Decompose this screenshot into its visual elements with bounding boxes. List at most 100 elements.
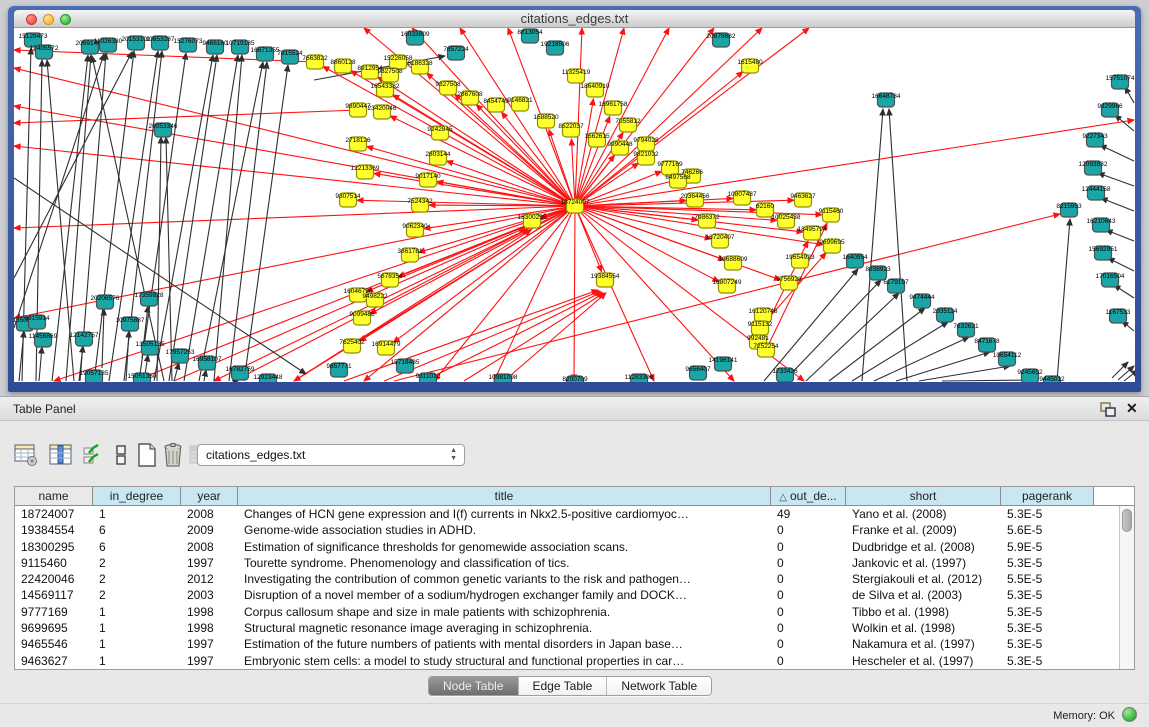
table-selector-dropdown[interactable]: citations_edges.txt ▲▼: [197, 444, 465, 466]
network-edge[interactable]: [464, 293, 604, 381]
scrollbar-thumb[interactable]: [1122, 509, 1132, 532]
table-cell[interactable]: 0: [771, 636, 846, 652]
network-edge[interactable]: [574, 206, 575, 381]
table-cell[interactable]: 1997: [181, 555, 238, 571]
network-edge[interactable]: [504, 293, 606, 381]
table-cell[interactable]: 0: [771, 653, 846, 669]
table-cell[interactable]: 19384554: [15, 522, 93, 538]
table-cell[interactable]: 6: [93, 539, 181, 555]
network-edge[interactable]: [434, 206, 575, 381]
table-cell[interactable]: 1998: [181, 604, 238, 620]
table-cell[interactable]: 1: [93, 653, 181, 669]
table-cell[interactable]: 18300295: [15, 539, 93, 555]
network-edge[interactable]: [806, 293, 899, 381]
network-edge[interactable]: [184, 55, 238, 381]
network-edge[interactable]: [575, 28, 582, 206]
table-cell[interactable]: 2012: [181, 571, 238, 587]
network-edge[interactable]: [14, 52, 132, 278]
table-cell[interactable]: Disruption of a novel member of a sodium…: [238, 587, 771, 603]
table-cell[interactable]: 1997: [181, 653, 238, 669]
table-cell[interactable]: 1: [93, 620, 181, 636]
table-cell[interactable]: Dudbridge et al. (2008): [846, 539, 1001, 555]
network-edge[interactable]: [229, 62, 267, 381]
table-cell[interactable]: 1: [93, 636, 181, 652]
table-cell[interactable]: 1: [93, 604, 181, 620]
table-cell[interactable]: 5.3E-5: [1001, 636, 1094, 652]
table-cell[interactable]: 5.5E-5: [1001, 571, 1094, 587]
tab-node-table[interactable]: Node Table: [429, 677, 518, 695]
table-cell[interactable]: Wolkin et al. (1998): [846, 620, 1001, 636]
network-edge[interactable]: [942, 380, 1032, 381]
table-row[interactable]: 1938455462009Genome-wide association stu…: [15, 522, 1134, 538]
close-icon[interactable]: ✕: [1126, 400, 1138, 417]
table-cell[interactable]: 1998: [181, 620, 238, 636]
network-edge[interactable]: [14, 206, 575, 228]
table-cell[interactable]: Franke et al. (2009): [846, 522, 1001, 538]
network-edge[interactable]: [214, 55, 242, 381]
table-cell[interactable]: Structural magnetic resonance image aver…: [238, 620, 771, 636]
table-cell[interactable]: 0: [771, 522, 846, 538]
memory-status-icon[interactable]: [1122, 707, 1137, 722]
table-cell[interactable]: Yano et al. (2008): [846, 506, 1001, 522]
table-row[interactable]: 1872400712008Changes of HCN gene express…: [15, 506, 1134, 522]
table-row[interactable]: 946362711997Embryonic stem cells: a mode…: [15, 653, 1134, 669]
table-cell[interactable]: Tibbo et al. (1998): [846, 604, 1001, 620]
table-cell[interactable]: 22420046: [15, 571, 93, 587]
network-edge[interactable]: [1118, 366, 1134, 380]
table-cell[interactable]: Embryonic stem cells: a model to study s…: [238, 653, 771, 669]
table-cell[interactable]: de Silva et al. (2003): [846, 587, 1001, 603]
table-cell[interactable]: 1997: [181, 636, 238, 652]
table-cell[interactable]: 18724007: [15, 506, 93, 522]
table-cell[interactable]: 5.3E-5: [1001, 653, 1094, 669]
network-edge[interactable]: [575, 28, 624, 206]
network-canvas[interactable]: 1872400718300295193845541512847312405572…: [14, 28, 1135, 382]
network-edge[interactable]: [169, 55, 217, 381]
table-cell[interactable]: 9777169: [15, 604, 93, 620]
tab-network-table[interactable]: Network Table: [606, 677, 711, 695]
table-cell[interactable]: Estimation of the future numbers of pati…: [238, 636, 771, 652]
table-cell[interactable]: 5.9E-5: [1001, 539, 1094, 555]
show-columns-icon[interactable]: [48, 442, 74, 468]
table-cell[interactable]: Investigating the contribution of common…: [238, 571, 771, 587]
delete-table-icon[interactable]: [160, 442, 186, 468]
network-edge[interactable]: [862, 109, 883, 381]
table-cell[interactable]: 2008: [181, 539, 238, 555]
table-cell[interactable]: Corpus callosum shape and size in male p…: [238, 604, 771, 620]
network-edge[interactable]: [1112, 362, 1128, 378]
table-cell[interactable]: 0: [771, 555, 846, 571]
network-edge[interactable]: [1124, 370, 1135, 381]
table-cell[interactable]: 9463627: [15, 653, 93, 669]
table-cell[interactable]: 0: [771, 539, 846, 555]
table-cell[interactable]: 2008: [181, 506, 238, 522]
table-settings-icon[interactable]: [13, 442, 39, 468]
table-panel-header[interactable]: Table Panel ✕: [0, 396, 1149, 421]
table-cell[interactable]: Stergiakouli et al. (2012): [846, 571, 1001, 587]
column-header-title[interactable]: title: [238, 487, 771, 505]
column-header-in_degree[interactable]: in_degree: [93, 487, 181, 505]
transpose-icon[interactable]: [108, 442, 134, 468]
table-cell[interactable]: Hescheler et al. (1997): [846, 653, 1001, 669]
table-cell[interactable]: 2: [93, 571, 181, 587]
table-cell[interactable]: 0: [771, 620, 846, 636]
tab-edge-table[interactable]: Edge Table: [518, 677, 607, 695]
network-edge[interactable]: [424, 292, 602, 381]
network-edge[interactable]: [575, 28, 669, 206]
table-cell[interactable]: Jankovic et al. (1997): [846, 555, 1001, 571]
table-cell[interactable]: 9699695: [15, 620, 93, 636]
table-cell[interactable]: 5.3E-5: [1001, 587, 1094, 603]
table-cell[interactable]: 9465546: [15, 636, 93, 652]
network-edge[interactable]: [39, 347, 42, 381]
table-row[interactable]: 911546021997Tourette syndrome. Phenomeno…: [15, 555, 1134, 571]
table-row[interactable]: 1456911722003Disruption of a novel membe…: [15, 587, 1134, 603]
table-cell[interactable]: 5.3E-5: [1001, 620, 1094, 636]
column-header-pagerank[interactable]: pagerank: [1001, 487, 1094, 505]
network-edge[interactable]: [14, 68, 575, 206]
network-edge[interactable]: [1100, 145, 1134, 161]
network-edge[interactable]: [889, 109, 907, 381]
table-cell[interactable]: 0: [771, 571, 846, 587]
table-cell[interactable]: 14569117: [15, 587, 93, 603]
column-header-name[interactable]: name: [15, 487, 93, 505]
new-table-icon[interactable]: [134, 442, 160, 468]
network-edge[interactable]: [919, 366, 1010, 381]
table-cell[interactable]: Changes of HCN gene expression and I(f) …: [238, 506, 771, 522]
